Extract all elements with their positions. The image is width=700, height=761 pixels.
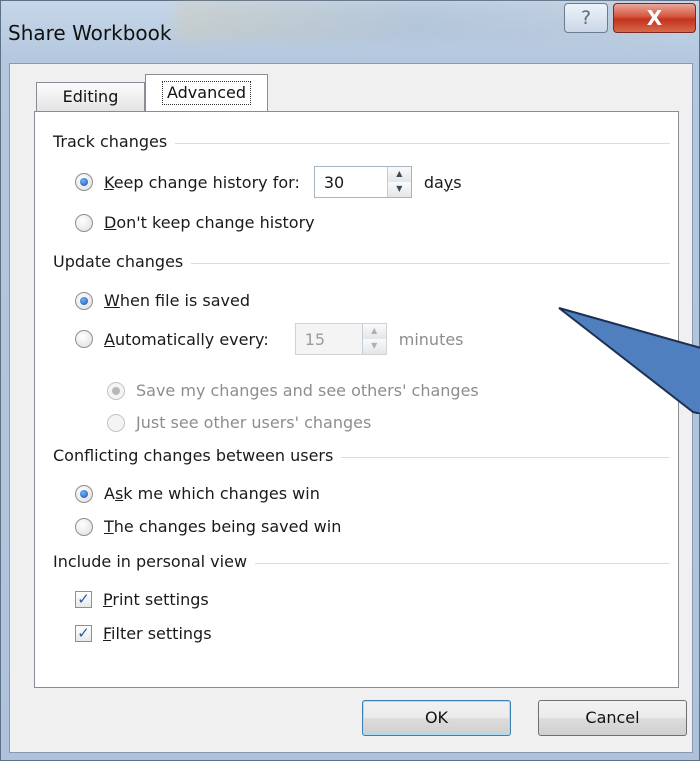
ok-button[interactable]: OK bbox=[362, 700, 511, 736]
ask-me-label: Ask me which changes win bbox=[104, 484, 320, 503]
minutes-input: 15 bbox=[304, 329, 326, 349]
filter-settings-option[interactable]: ✓ Filter settings bbox=[75, 624, 212, 643]
when-file-saved-label: When file is saved bbox=[104, 291, 250, 310]
just-see-label: Just see other users' changes bbox=[136, 413, 372, 432]
dialog-title: Share Workbook bbox=[8, 21, 172, 45]
days-spinner[interactable]: 30 ▲ ▼ bbox=[313, 166, 412, 198]
filter-settings-checkbox[interactable]: ✓ bbox=[75, 625, 92, 642]
changes-being-saved-option[interactable]: The changes being saved win bbox=[75, 517, 341, 536]
ask-me-radio[interactable] bbox=[75, 484, 93, 503]
print-settings-checkbox[interactable]: ✓ bbox=[75, 591, 92, 608]
cancel-button[interactable]: Cancel bbox=[538, 700, 687, 736]
keep-history-label: Keep change history for: bbox=[104, 172, 300, 192]
days-input[interactable]: 30 bbox=[315, 173, 387, 192]
conflicting-changes-heading: Conflicting changes between users bbox=[53, 446, 342, 465]
print-settings-option[interactable]: ✓ Print settings bbox=[75, 590, 209, 609]
days-spin-arrows[interactable]: ▲ ▼ bbox=[386, 167, 411, 197]
share-workbook-dialog: Share Workbook ? X Editing Advanced Trac… bbox=[0, 0, 700, 761]
save-and-see-label: Save my changes and see others' changes bbox=[136, 381, 479, 400]
update-changes-heading: Update changes bbox=[53, 252, 192, 271]
ask-me-option[interactable]: Ask me which changes win bbox=[75, 484, 320, 503]
spin-up-icon: ▲ bbox=[362, 324, 386, 339]
just-see-radio bbox=[107, 413, 125, 432]
when-file-saved-option[interactable]: When file is saved bbox=[75, 291, 250, 310]
title-bar[interactable]: Share Workbook ? X bbox=[1, 1, 699, 63]
minutes-label: minutes bbox=[398, 329, 464, 349]
tab-advanced-label: Advanced bbox=[161, 81, 252, 105]
minutes-spin-arrows: ▲ ▼ bbox=[361, 324, 386, 354]
when-file-saved-radio[interactable] bbox=[75, 291, 93, 310]
minutes-spinner: 15 ▲ ▼ bbox=[294, 323, 387, 355]
annotation-arrow-icon bbox=[558, 307, 700, 414]
tab-advanced[interactable]: Advanced bbox=[145, 74, 268, 112]
print-settings-label: Print settings bbox=[103, 590, 209, 609]
personal-view-heading: Include in personal view bbox=[53, 552, 256, 571]
dont-keep-history-label: Don't keep change history bbox=[104, 213, 315, 232]
automatically-every-radio[interactable] bbox=[75, 330, 93, 348]
automatically-every-label: Automatically every: bbox=[104, 329, 269, 349]
tab-editing[interactable]: Editing bbox=[36, 82, 145, 111]
keep-history-option[interactable]: Keep change history for: 30 ▲ ▼ days bbox=[75, 166, 462, 198]
dont-keep-history-radio[interactable] bbox=[75, 213, 93, 232]
save-and-see-option: Save my changes and see others' changes bbox=[107, 381, 479, 400]
spin-down-icon[interactable]: ▼ bbox=[387, 182, 411, 197]
days-label: days bbox=[423, 172, 462, 192]
dont-keep-history-option[interactable]: Don't keep change history bbox=[75, 213, 315, 232]
spin-down-icon: ▼ bbox=[362, 339, 386, 354]
changes-being-saved-label: The changes being saved win bbox=[104, 517, 342, 536]
filter-settings-label: Filter settings bbox=[103, 624, 212, 643]
changes-being-saved-radio[interactable] bbox=[75, 517, 93, 536]
just-see-option: Just see other users' changes bbox=[107, 413, 371, 432]
keep-history-radio[interactable] bbox=[75, 173, 93, 191]
save-and-see-radio bbox=[107, 381, 125, 400]
track-changes-heading: Track changes bbox=[53, 132, 176, 151]
automatically-every-option[interactable]: Automatically every: 15 ▲ ▼ minutes bbox=[75, 323, 464, 355]
spin-up-icon[interactable]: ▲ bbox=[387, 167, 411, 182]
close-button[interactable]: X bbox=[613, 3, 696, 33]
help-button[interactable]: ? bbox=[564, 3, 608, 33]
